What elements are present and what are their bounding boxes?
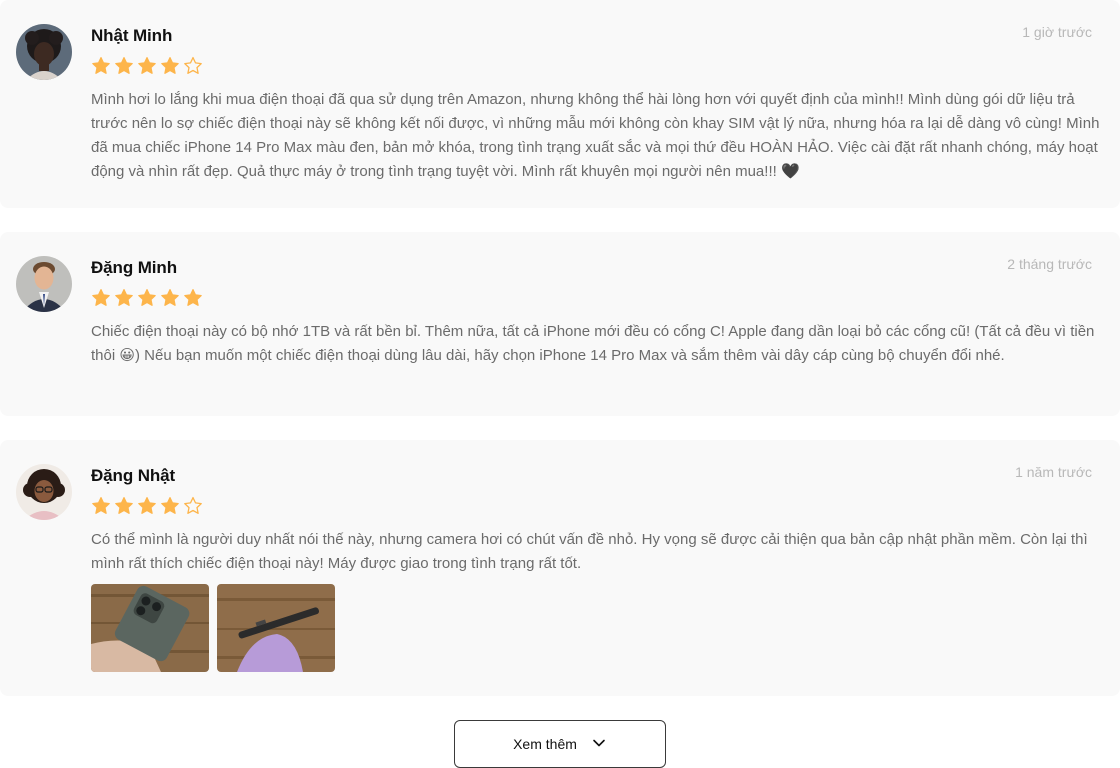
star-filled-icon [138, 289, 156, 306]
star-rating [91, 496, 203, 516]
star-filled-icon [92, 497, 110, 514]
reviewer-name: Đặng Nhật [91, 466, 176, 485]
review-card: Đặng Nhật 1 năm trước Có thể mình là ngư… [0, 440, 1120, 696]
star-empty-icon [184, 496, 202, 514]
review-photos [91, 584, 335, 672]
star-rating [91, 288, 203, 308]
star-filled-icon [138, 497, 156, 514]
star-filled-icon [184, 289, 202, 306]
review-card: Nhật Minh 1 giờ trước Mình hơi lo lắng k… [0, 0, 1120, 208]
reviews-list: Nhật Minh 1 giờ trước Mình hơi lo lắng k… [0, 0, 1120, 768]
star-empty-icon [184, 56, 202, 74]
chevron-down-icon [591, 735, 607, 754]
review-text: Chiếc điện thoại này có bộ nhớ 1TB và rấ… [91, 323, 1095, 364]
reviewer-name: Đặng Minh [91, 258, 177, 277]
star-filled-icon [138, 57, 156, 74]
review-photo[interactable] [217, 584, 335, 672]
review-photo[interactable] [91, 584, 209, 672]
star-rating [91, 56, 203, 76]
avatar [16, 24, 72, 80]
review-time: 1 năm trước [1015, 464, 1092, 480]
load-more-label: Xem thêm [513, 736, 577, 752]
star-filled-icon [92, 57, 110, 74]
review-text: Mình hơi lo lắng khi mua điện thoại đã q… [91, 91, 1100, 180]
review-text: Có thể mình là người duy nhất nói thế nà… [91, 531, 1088, 572]
star-filled-icon [115, 289, 133, 306]
review-time: 1 giờ trước [1022, 24, 1092, 40]
avatar [16, 464, 72, 520]
review-card: Đặng Minh 2 tháng trước Chiếc điện thoại… [0, 232, 1120, 416]
avatar [16, 256, 72, 312]
star-filled-icon [161, 289, 179, 306]
review-time: 2 tháng trước [1007, 256, 1092, 272]
star-filled-icon [115, 57, 133, 74]
star-filled-icon [161, 57, 179, 74]
star-filled-icon [161, 497, 179, 514]
load-more-button[interactable]: Xem thêm [454, 720, 666, 768]
star-filled-icon [115, 497, 133, 514]
reviewer-name: Nhật Minh [91, 26, 173, 45]
star-filled-icon [92, 289, 110, 306]
